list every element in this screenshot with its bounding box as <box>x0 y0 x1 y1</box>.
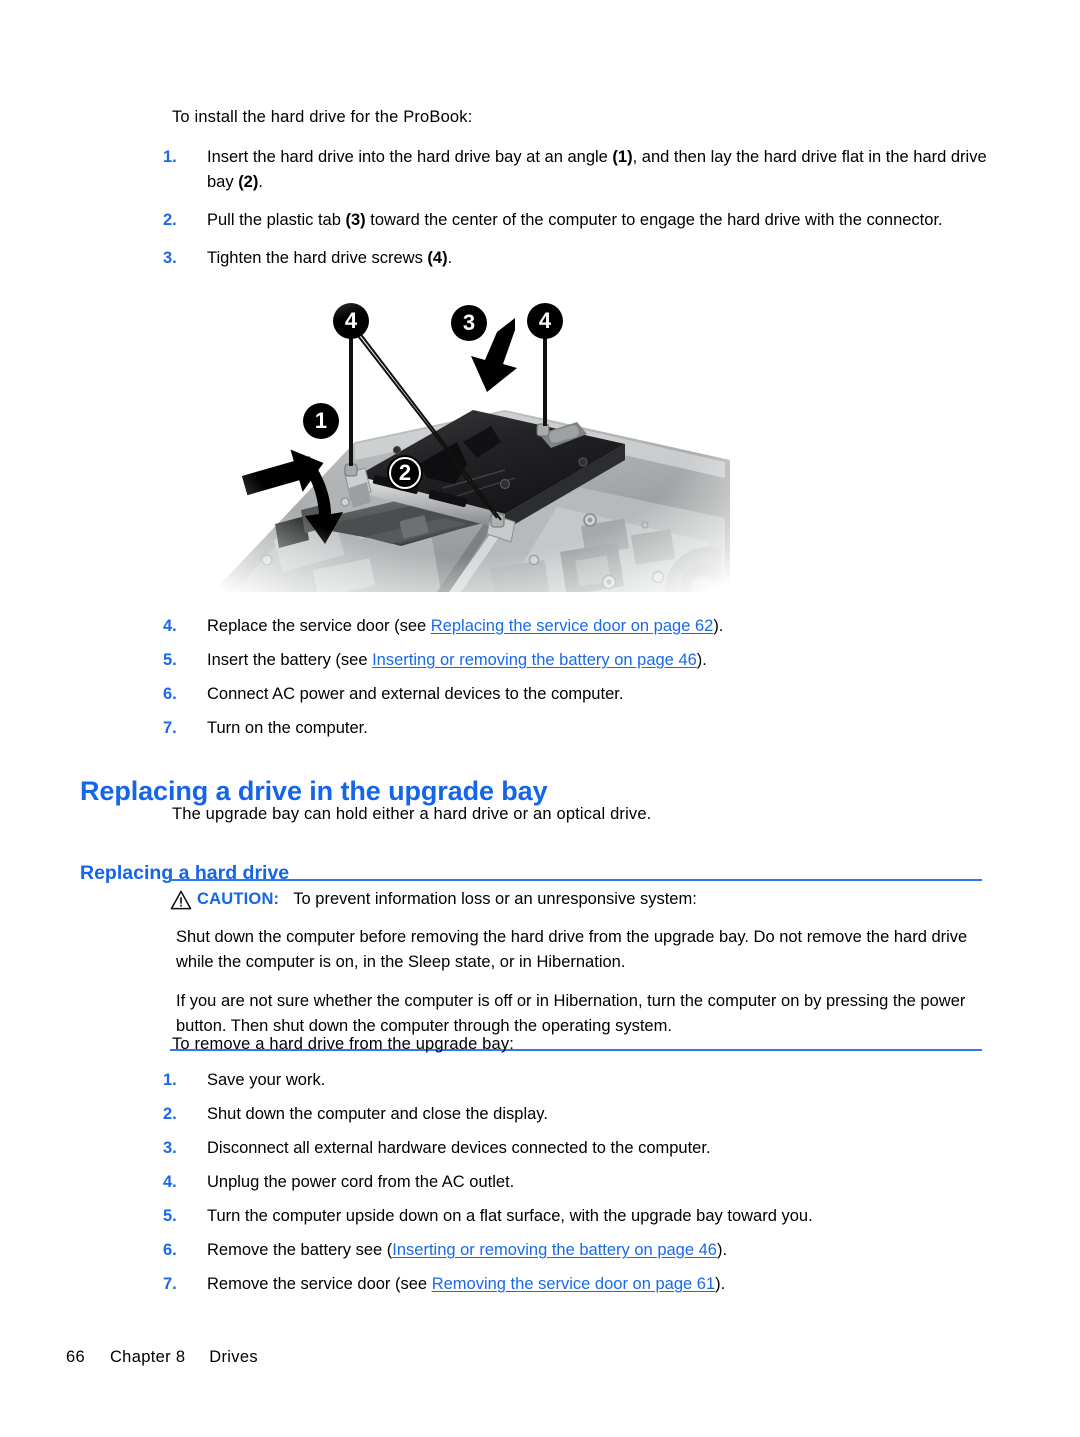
caution-header: CAUTION: To prevent information loss or … <box>170 888 982 911</box>
list-item: 2. Shut down the computer and close the d… <box>0 1102 1080 1127</box>
list-item-text: Turn on the computer. <box>207 716 989 741</box>
text-run: Insert the battery (see <box>207 651 373 669</box>
upgrade-bay-intro-text: The upgrade bay can hold either a hard d… <box>172 805 652 823</box>
list-item-number: 1. <box>163 148 177 166</box>
text-run: Connect AC power and external devices to… <box>207 685 624 703</box>
page-footer: 66 Chapter 8 Drives <box>66 1348 258 1367</box>
list-item: 4. Replace the service door (see Replacin… <box>0 614 1080 639</box>
callout-4-left: 4 <box>333 303 369 339</box>
text-run: Tighten the hard drive screws <box>207 249 428 267</box>
list-item-number: 2. <box>163 211 177 229</box>
callout-3: 3 <box>451 305 487 341</box>
warning-triangle-icon <box>170 890 192 910</box>
list-item-number: 5. <box>163 651 177 669</box>
list-item-text: Pull the plastic tab (3) toward the cent… <box>207 208 989 233</box>
list-item: 3. Disconnect all external hardware devic… <box>0 1136 1080 1161</box>
callout-reference: (4) <box>427 249 448 267</box>
text-run: ). <box>696 651 707 669</box>
list-item-text: Insert the hard drive into the hard driv… <box>207 145 989 195</box>
hard-drive-install-figure: 4 3 4 1 2 <box>205 292 730 592</box>
install-steps-continued-list: 4. Replace the service door (see Replacin… <box>0 614 1080 741</box>
list-item-number: 6. <box>163 1241 177 1259</box>
list-item: 1. Insert the hard drive into the hard dr… <box>0 145 1080 195</box>
list-item-number: 3. <box>163 249 177 267</box>
text-run: Save your work. <box>207 1071 326 1089</box>
list-item-number: 1. <box>163 1071 177 1089</box>
list-item-number: 6. <box>163 685 177 703</box>
text-run: Turn on the computer. <box>207 719 368 737</box>
svg-text:4: 4 <box>345 308 358 333</box>
list-item-number: 5. <box>163 1207 177 1225</box>
text-run: Pull the plastic tab <box>207 211 346 229</box>
list-item-number: 2. <box>163 1105 177 1123</box>
list-item-text: Shut down the computer and close the dis… <box>207 1102 989 1127</box>
text-run: Shut down the computer and close the dis… <box>207 1105 548 1123</box>
list-item: 5. Turn the computer upside down on a fla… <box>0 1204 1080 1229</box>
list-item-text: Tighten the hard drive screws (4). <box>207 246 989 271</box>
list-item-text: Unplug the power cord from the AC outlet… <box>207 1170 989 1195</box>
list-item: 6. Remove the battery see (Inserting or r… <box>0 1238 1080 1263</box>
caution-label: CAUTION: <box>197 890 280 908</box>
list-item: 7. Turn on the computer. <box>0 716 1080 741</box>
footer-section: Drives <box>209 1348 258 1366</box>
footer-page-number: 66 <box>66 1348 86 1366</box>
install-steps-list: 1. Insert the hard drive into the hard dr… <box>0 145 1080 271</box>
text-run: Remove the battery see ( <box>207 1241 393 1259</box>
cross-reference-link[interactable]: Inserting or removing the battery on pag… <box>392 1241 717 1259</box>
text-run: Remove the service door (see <box>207 1275 432 1293</box>
callout-reference: (2) <box>238 173 259 191</box>
callout-reference: (3) <box>345 211 366 229</box>
callout-reference: (1) <box>612 148 633 166</box>
list-item-text: Save your work. <box>207 1068 989 1093</box>
list-item-text: Remove the service door (see Removing th… <box>207 1272 989 1297</box>
text-run: ). <box>716 1241 728 1259</box>
list-item-text: Disconnect all external hardware devices… <box>207 1136 989 1161</box>
list-item-number: 7. <box>163 719 177 737</box>
remove-steps-list: 1. Save your work. 2. Shut down the compute… <box>0 1068 1080 1297</box>
text-run: toward the center of the computer to eng… <box>365 211 943 229</box>
list-item: 3. Tighten the hard drive screws (4). <box>0 246 1080 271</box>
list-item-number: 3. <box>163 1139 177 1157</box>
caution-note: CAUTION: To prevent information loss or … <box>170 879 982 1051</box>
list-item-number: 7. <box>163 1275 177 1293</box>
text-run: Unplug the power cord from the AC outlet… <box>207 1173 515 1191</box>
list-item-text: Replace the service door (see Replacing … <box>207 614 989 639</box>
svg-text:1: 1 <box>315 408 327 433</box>
list-item-text: Insert the battery (see Inserting or rem… <box>207 648 989 673</box>
list-item: 6. Connect AC power and external devices … <box>0 682 1080 707</box>
footer-chapter: Chapter 8 <box>109 1348 186 1366</box>
callout-2: 2 <box>387 455 423 491</box>
list-item: 4. Unplug the power cord from the AC outl… <box>0 1170 1080 1195</box>
text-run: Disconnect all external hardware devices… <box>207 1139 711 1157</box>
cross-reference-link[interactable]: Replacing the service door on page 62 <box>431 617 714 635</box>
text-run: ). <box>715 1275 726 1293</box>
text-run: ). <box>713 617 724 635</box>
list-item-text: Turn the computer upside down on a flat … <box>207 1204 989 1229</box>
list-item-number: 4. <box>163 1173 177 1191</box>
svg-text:2: 2 <box>399 460 411 485</box>
text-run: Turn the computer upside down on a flat … <box>207 1207 813 1225</box>
list-item-text: Remove the battery see (Inserting or rem… <box>207 1238 989 1263</box>
list-item: 2. Pull the plastic tab (3) toward the ce… <box>0 208 1080 233</box>
caution-paragraph-1: Shut down the computer before removing t… <box>176 928 968 971</box>
install-intro-text: To install the hard drive for the ProBoo… <box>172 108 473 126</box>
cross-reference-link[interactable]: Removing the service door on page 61 <box>432 1275 715 1293</box>
list-item: 7. Remove the service door (see Removing … <box>0 1272 1080 1297</box>
text-run: . <box>447 249 453 267</box>
list-item: 1. Save your work. <box>0 1068 1080 1093</box>
svg-text:3: 3 <box>463 310 475 335</box>
callout-4-right: 4 <box>527 303 563 339</box>
list-item-text: Connect AC power and external devices to… <box>207 682 989 707</box>
caution-lead-text: To prevent information loss or an unresp… <box>293 890 697 908</box>
text-run: Replace the service door (see <box>207 617 431 635</box>
document-page: To install the hard drive for the ProBoo… <box>0 0 1080 1437</box>
callout-1: 1 <box>303 403 339 439</box>
list-item-number: 4. <box>163 617 177 635</box>
text-run: Insert the hard drive into the hard driv… <box>207 148 613 166</box>
text-run: . <box>258 173 263 191</box>
cross-reference-link[interactable]: Inserting or removing the battery on pag… <box>372 651 697 669</box>
svg-text:4: 4 <box>539 308 552 333</box>
list-item: 5. Insert the battery (see Inserting or r… <box>0 648 1080 673</box>
remove-intro-text: To remove a hard drive from the upgrade … <box>172 1035 515 1053</box>
